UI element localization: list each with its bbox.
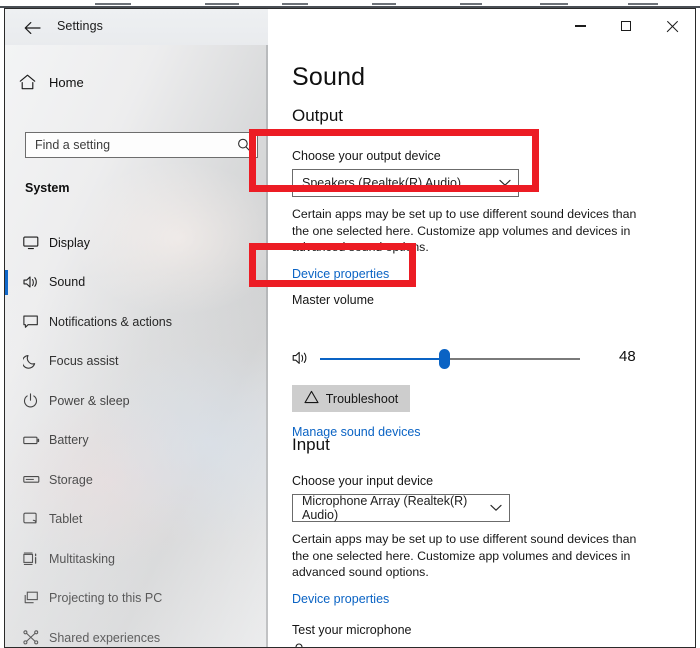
- sidebar-label: Focus assist: [49, 354, 119, 369]
- search-input[interactable]: [26, 133, 231, 157]
- sidebar-section-label: System: [25, 181, 70, 195]
- master-volume-label: Master volume: [292, 293, 374, 307]
- maximize-icon: [621, 21, 631, 31]
- sidebar-label: Storage: [49, 472, 93, 487]
- microphone-level-meter: [292, 643, 672, 647]
- master-volume-slider[interactable]: 48: [292, 348, 672, 370]
- share-icon: [5, 630, 49, 645]
- multitasking-icon: [5, 552, 49, 566]
- maximize-button[interactable]: [603, 9, 649, 43]
- sidebar-label: Sound: [49, 275, 86, 290]
- minimize-icon: [574, 25, 586, 27]
- sidebar: Home System Display: [5, 45, 268, 647]
- selection-indicator: [5, 269, 8, 295]
- settings-window: Settings Home Find a setting System Disp…: [4, 8, 696, 648]
- sidebar-item-projecting-to-this-pc[interactable]: Projecting to this PC: [5, 579, 268, 619]
- storage-icon: [5, 474, 49, 485]
- sidebar-item-sound[interactable]: Sound: [5, 263, 268, 303]
- chevron-down-icon: [483, 504, 509, 512]
- sidebar-label: Display: [49, 235, 90, 250]
- warning-triangle-icon: [304, 390, 319, 407]
- input-device-value: Microphone Array (Realtek(R) Audio): [302, 494, 468, 522]
- test-microphone-label: Test your microphone: [292, 623, 412, 637]
- output-heading: Output: [292, 106, 344, 125]
- moon-icon: [5, 354, 49, 369]
- volume-thumb[interactable]: [439, 349, 450, 369]
- sidebar-item-power-and-sleep[interactable]: Power & sleep: [5, 381, 268, 421]
- comment-icon: [5, 315, 49, 329]
- sidebar-label: Battery: [49, 433, 89, 448]
- main-content: Sound Output Choose your output device S…: [270, 45, 695, 647]
- chevron-down-icon: [492, 179, 518, 187]
- speaker-icon: [5, 275, 49, 289]
- search-box[interactable]: [25, 132, 258, 158]
- sidebar-nav-list: Display Sound Notifications & actions Fo…: [5, 223, 268, 647]
- input-device-properties-link[interactable]: Device properties: [292, 592, 389, 606]
- search-icon: [231, 138, 257, 152]
- sidebar-item-storage[interactable]: Storage: [5, 460, 268, 500]
- sidebar-label: Notifications & actions: [49, 314, 172, 329]
- battery-icon: [5, 435, 49, 446]
- input-device-dropdown[interactable]: Microphone Array (Realtek(R) Audio): [292, 494, 510, 522]
- sidebar-item-home[interactable]: Home: [5, 65, 268, 99]
- sidebar-label: Projecting to this PC: [49, 591, 163, 606]
- sidebar-item-display[interactable]: Display: [5, 223, 268, 263]
- output-device-label: Choose your output device: [292, 149, 441, 163]
- output-device-dropdown[interactable]: Speakers (Realtek(R) Audio): [292, 169, 519, 197]
- troubleshoot-label: Troubleshoot: [325, 391, 399, 406]
- sidebar-item-focus-assist[interactable]: Focus assist: [5, 342, 268, 382]
- sidebar-home-label: Home: [49, 74, 84, 90]
- input-heading: Input: [292, 435, 330, 454]
- volume-value: 48: [619, 348, 636, 365]
- window-title: Settings: [57, 19, 103, 33]
- output-device-properties-link[interactable]: Device properties: [292, 267, 389, 281]
- sidebar-label: Multitasking: [49, 551, 115, 566]
- sidebar-item-tablet[interactable]: Tablet: [5, 500, 268, 540]
- minimize-button[interactable]: [557, 9, 603, 43]
- volume-fill: [320, 358, 445, 360]
- home-icon: [5, 74, 49, 90]
- sidebar-item-battery[interactable]: Battery: [5, 421, 268, 461]
- microphone-icon: [292, 643, 306, 647]
- sidebar-label: Power & sleep: [49, 393, 130, 408]
- troubleshoot-button[interactable]: Troubleshoot: [292, 385, 410, 412]
- input-device-label: Choose your input device: [292, 474, 434, 488]
- page-title: Sound: [292, 63, 366, 91]
- power-icon: [5, 393, 49, 408]
- output-description: Certain apps may be set up to use differ…: [292, 207, 637, 254]
- sidebar-item-shared-experiences[interactable]: Shared experiences: [5, 618, 268, 647]
- back-button[interactable]: [17, 15, 47, 41]
- output-device-value: Speakers (Realtek(R) Audio): [302, 176, 462, 190]
- arrow-left-icon: [24, 22, 41, 34]
- tablet-icon: [5, 512, 49, 526]
- sidebar-label: Shared experiences: [49, 630, 161, 645]
- monitor-icon: [5, 236, 49, 250]
- title-bar: Settings: [5, 9, 695, 45]
- project-icon: [5, 591, 49, 605]
- sidebar-label: Tablet: [49, 512, 83, 527]
- close-button[interactable]: [649, 9, 695, 43]
- sidebar-item-notifications-and-actions[interactable]: Notifications & actions: [5, 302, 268, 342]
- input-description: Certain apps may be set up to use differ…: [292, 532, 637, 579]
- speaker-icon: [292, 350, 310, 368]
- close-icon: [666, 20, 679, 33]
- sidebar-item-multitasking[interactable]: Multitasking: [5, 539, 268, 579]
